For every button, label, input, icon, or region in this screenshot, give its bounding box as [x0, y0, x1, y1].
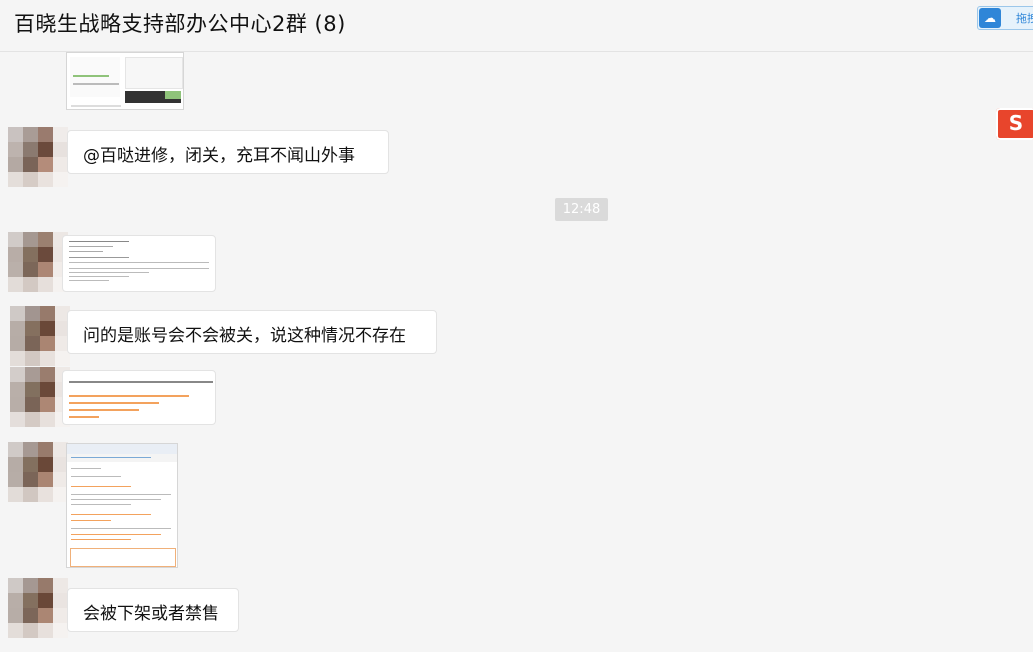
message-image[interactable] — [62, 235, 216, 292]
avatar[interactable] — [8, 578, 68, 638]
message-image[interactable] — [66, 443, 178, 568]
message-text: @百哒进修，闭关，充耳不闻山外事 — [83, 146, 355, 166]
avatar[interactable] — [8, 127, 68, 187]
avatar[interactable] — [10, 367, 70, 427]
timestamp: 12:48 — [555, 198, 608, 221]
chat-title: 百晓生战略支持部办公中心2群 (8) — [14, 12, 346, 36]
message-text: 问的是账号会不会被关，说这种情况不存在 — [83, 326, 406, 346]
avatar[interactable] — [10, 306, 70, 366]
sogou-ime-icon[interactable]: S — [996, 108, 1033, 140]
toolbar-button[interactable]: ☁ 拖拽 — [977, 6, 1033, 30]
avatar[interactable] — [8, 232, 68, 292]
avatar[interactable] — [8, 442, 68, 502]
message-image[interactable] — [62, 370, 216, 425]
message-image[interactable] — [66, 52, 184, 110]
chat-header: 百晓生战略支持部办公中心2群 (8) ☁ 拖拽 — [0, 0, 1033, 52]
message-text: 会被下架或者禁售 — [83, 604, 219, 624]
cloud-share-icon: ☁ — [979, 8, 1001, 28]
toolbar-button-label: 拖拽 — [1016, 12, 1033, 25]
